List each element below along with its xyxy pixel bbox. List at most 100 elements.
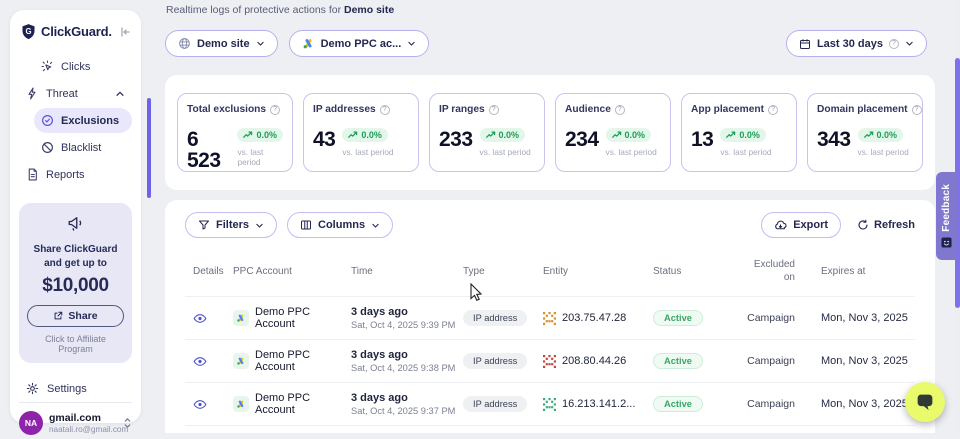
status-badge: Active xyxy=(653,310,703,326)
promo-amount: $10,000 xyxy=(27,275,124,297)
stat-label: Domain placement xyxy=(817,104,908,115)
next-row-divider xyxy=(185,425,915,439)
trend-up-icon xyxy=(348,131,358,139)
info-icon[interactable]: ? xyxy=(380,105,390,115)
affiliate-link[interactable]: Click to Affiliate Program xyxy=(27,334,124,354)
col-header-status[interactable]: Status xyxy=(653,266,741,277)
date-range-dropdown[interactable]: Last 30 days ? xyxy=(786,30,927,57)
filters-button-label: Filters xyxy=(216,219,249,231)
sidebar-item-label: Threat xyxy=(46,88,78,100)
sidebar-item-label: Exclusions xyxy=(61,115,119,127)
sidebar-item-blacklist[interactable]: Blacklist xyxy=(34,135,132,160)
time-cell: 3 days ago Sat, Oct 4, 2025 9:37 PM xyxy=(351,392,463,416)
refresh-icon xyxy=(857,219,869,231)
stat-subtext: vs. last period xyxy=(342,147,393,157)
details-eye-icon[interactable] xyxy=(185,399,233,410)
stat-value: 233 xyxy=(439,129,473,150)
table-row[interactable]: Demo PPC Account 3 days ago Sat, Oct 4, … xyxy=(185,382,915,425)
type-badge: IP address xyxy=(463,396,527,412)
entity-value: 16.213.141.2... xyxy=(562,398,635,410)
col-header-type[interactable]: Type xyxy=(463,266,543,277)
col-header-excluded-on[interactable]: Excluded on xyxy=(741,259,821,284)
reports-document-icon xyxy=(26,168,39,181)
excluded-on-cell: Campaign xyxy=(741,312,821,324)
stat-card-domain-placement: Domain placement? 343 0.0% vs. last peri… xyxy=(807,93,923,172)
type-cell: IP address xyxy=(463,396,543,412)
chevron-down-icon xyxy=(407,39,416,48)
export-button[interactable]: Export xyxy=(761,212,841,238)
sidebar-item-label: Clicks xyxy=(61,61,90,73)
chat-launcher-button[interactable] xyxy=(905,382,945,422)
sidebar-item-exclusions[interactable]: Exclusions xyxy=(34,108,132,133)
columns-button[interactable]: Columns xyxy=(287,212,393,238)
subtitle-text: Realtime logs of protective actions for xyxy=(166,4,344,16)
sidebar-item-reports[interactable]: Reports xyxy=(19,162,132,187)
date-range-value: Last 30 days xyxy=(817,38,883,50)
col-header-details[interactable]: Details xyxy=(185,266,233,277)
chevron-down-icon xyxy=(371,221,380,230)
chevron-down-icon xyxy=(905,39,914,48)
stat-value: 13 xyxy=(691,129,713,150)
stat-value: 343 xyxy=(817,129,851,150)
ppc-account-name: Demo PPC Account xyxy=(255,349,351,373)
table-row[interactable]: Demo PPC Account 3 days ago Sat, Oct 4, … xyxy=(185,296,915,339)
status-cell: Active xyxy=(653,353,741,369)
chevron-up-icon xyxy=(115,89,125,99)
subtitle-site-name: Demo site xyxy=(344,4,394,16)
info-icon[interactable]: ? xyxy=(489,105,499,115)
table-toolbar: Filters Columns Export Refresh xyxy=(185,200,915,249)
ppc-selector-value: Demo PPC ac... xyxy=(321,38,402,50)
main-content: Realtime logs of protective actions for … xyxy=(165,0,935,433)
sidebar-item-clicks[interactable]: Clicks xyxy=(34,54,132,79)
gear-icon xyxy=(26,382,39,395)
site-selector-dropdown[interactable]: Demo site xyxy=(165,30,278,57)
clickguard-shield-logo-icon: G xyxy=(20,23,37,40)
google-ads-icon xyxy=(233,396,249,412)
time-absolute: Sat, Oct 4, 2025 9:37 PM xyxy=(351,406,463,416)
stat-change-badge: 0.0% xyxy=(480,128,526,142)
sidebar-item-threat[interactable]: Threat xyxy=(19,81,132,106)
share-button[interactable]: Share xyxy=(27,305,124,327)
feedback-tab[interactable]: Feedback xyxy=(936,172,957,260)
filters-button[interactable]: Filters xyxy=(185,212,277,238)
col-header-expires-at[interactable]: Expires at xyxy=(821,266,915,277)
threat-lightning-icon xyxy=(26,87,39,100)
time-absolute: Sat, Oct 4, 2025 9:39 PM xyxy=(351,320,463,330)
stat-subtext: vs. last period xyxy=(606,147,657,157)
stat-card-total-exclusions: Total exclusions? 6 523 0.0% vs. last pe… xyxy=(177,93,293,172)
trend-up-icon xyxy=(486,131,496,139)
info-icon[interactable]: ? xyxy=(270,105,280,115)
context-selectors: Demo site Demo PPC ac... xyxy=(165,30,429,57)
entity-value: 203.75.47.28 xyxy=(562,312,626,324)
sidebar-collapse-icon[interactable] xyxy=(119,26,131,38)
stat-subtext: vs. last period xyxy=(858,147,909,157)
col-header-entity[interactable]: Entity xyxy=(543,266,653,277)
info-icon[interactable]: ? xyxy=(615,105,625,115)
info-icon[interactable]: ? xyxy=(912,105,922,115)
google-ads-icon xyxy=(233,310,249,326)
stat-label: Total exclusions xyxy=(187,104,266,115)
col-header-time[interactable]: Time xyxy=(351,266,463,277)
refresh-button[interactable]: Refresh xyxy=(857,219,915,231)
columns-button-label: Columns xyxy=(318,219,365,231)
account-switcher[interactable]: NA gmail.com naatali.ro@gmail.com xyxy=(19,402,132,435)
info-icon[interactable]: ? xyxy=(768,105,778,115)
type-badge: IP address xyxy=(463,310,527,326)
details-eye-icon[interactable] xyxy=(185,313,233,324)
refresh-button-label: Refresh xyxy=(874,219,915,231)
feedback-smiley-icon xyxy=(941,237,952,248)
google-ads-icon xyxy=(302,37,315,50)
sidebar-nav: Clicks Threat Exclusions Blacklist xyxy=(19,54,132,187)
entity-identicon xyxy=(543,312,556,325)
globe-icon xyxy=(178,37,191,50)
details-eye-icon[interactable] xyxy=(185,356,233,367)
click-cursor-icon xyxy=(41,60,54,73)
table-row[interactable]: Demo PPC Account 3 days ago Sat, Oct 4, … xyxy=(185,339,915,382)
sidebar-item-settings[interactable]: Settings xyxy=(19,375,132,402)
sidebar-scrollbar-thumb[interactable] xyxy=(147,98,151,198)
time-absolute: Sat, Oct 4, 2025 9:38 PM xyxy=(351,363,463,373)
col-header-ppc-account[interactable]: PPC Account xyxy=(233,266,351,277)
ppc-account-selector-dropdown[interactable]: Demo PPC ac... xyxy=(289,30,430,57)
type-badge: IP address xyxy=(463,353,527,369)
stat-card-ip-addresses: IP addresses? 43 0.0% vs. last period xyxy=(303,93,419,172)
